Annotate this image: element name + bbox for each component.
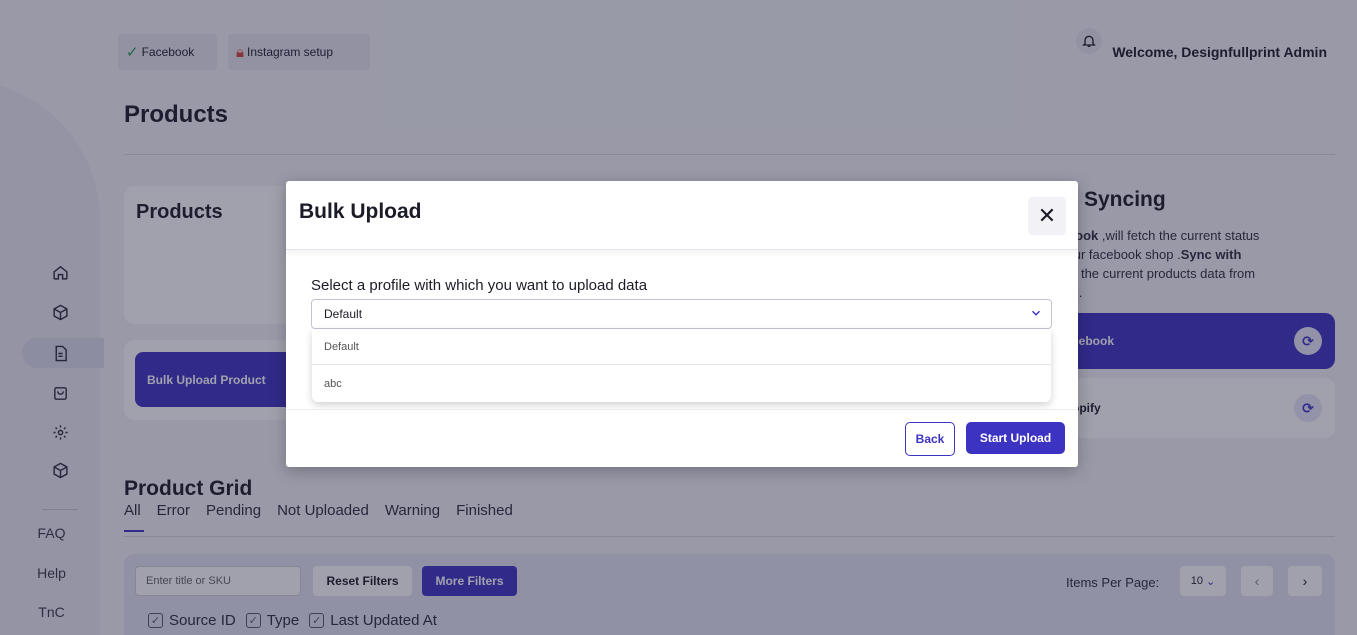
profile-option-default[interactable]: Default [312, 329, 1051, 365]
profile-option-abc[interactable]: abc [312, 366, 1051, 402]
modal-header: Bulk Upload ✕ [286, 181, 1078, 250]
profile-select-value: Default [324, 307, 363, 321]
profile-dropdown: Default abc [312, 329, 1051, 402]
bulk-upload-modal: Bulk Upload ✕ Select a profile with whic… [286, 181, 1078, 467]
start-upload-button[interactable]: Start Upload [966, 422, 1065, 454]
chevron-down-icon [1029, 306, 1043, 323]
back-button[interactable]: Back [905, 422, 955, 456]
profile-select-label: Select a profile with which you want to … [311, 277, 648, 294]
close-icon: ✕ [1037, 203, 1057, 228]
close-button[interactable]: ✕ [1028, 197, 1066, 235]
modal-title: Bulk Upload [299, 200, 422, 223]
modal-footer-divider [286, 409, 1078, 410]
profile-select[interactable]: Default [311, 299, 1052, 329]
